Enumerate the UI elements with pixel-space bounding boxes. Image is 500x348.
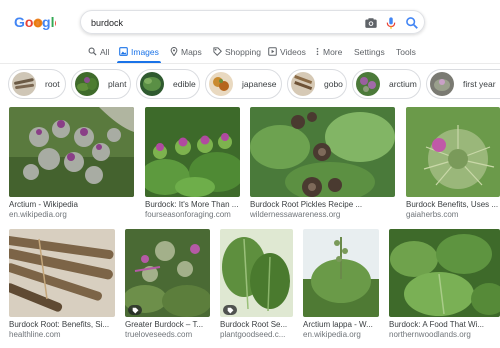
search-icon[interactable] bbox=[405, 16, 419, 30]
result-title[interactable]: Arctium lappa - W... bbox=[303, 320, 379, 329]
chip-label: gobo bbox=[324, 79, 343, 89]
chip-label: japanese bbox=[242, 79, 277, 89]
result-thumbnail[interactable] bbox=[9, 107, 134, 197]
result-thumbnail[interactable] bbox=[250, 107, 395, 197]
tag-icon bbox=[213, 47, 222, 56]
result-source[interactable]: en.wikipedia.org bbox=[303, 330, 379, 339]
chip-thumbnail bbox=[209, 72, 233, 96]
chip-thumbnail bbox=[291, 72, 315, 96]
result-thumbnail[interactable] bbox=[9, 229, 115, 317]
result-thumbnail[interactable] bbox=[303, 229, 379, 317]
tab-more[interactable]: More bbox=[315, 44, 342, 59]
header-divider bbox=[0, 63, 500, 64]
chip-thumbnail bbox=[140, 72, 164, 96]
result-title[interactable]: Greater Burdock – T... bbox=[125, 320, 210, 329]
tab-shopping[interactable]: Shopping bbox=[213, 44, 261, 59]
image-icon bbox=[119, 47, 128, 56]
image-result[interactable]: Burdock: A Food That Wi... northernwoodl… bbox=[389, 229, 500, 341]
result-source[interactable]: wildernessawareness.org bbox=[250, 210, 395, 219]
tab-label: Videos bbox=[280, 46, 306, 57]
chip-label: arctium bbox=[389, 79, 417, 89]
result-title[interactable]: Burdock Root: Benefits, Si... bbox=[9, 320, 115, 329]
product-badge bbox=[128, 305, 142, 315]
search-icon bbox=[88, 47, 97, 56]
result-title[interactable]: Burdock Root Pickles Recipe ... bbox=[250, 200, 395, 209]
tag-icon bbox=[227, 307, 233, 313]
image-result[interactable]: Arctium - Wikipedia en.wikipedia.org bbox=[9, 107, 134, 219]
image-result[interactable]: Burdock Benefits, Uses ... gaiaherbs.com bbox=[406, 107, 500, 219]
chip-label: edible bbox=[173, 79, 196, 89]
chip-thumbnail bbox=[12, 72, 36, 96]
chip-label: root bbox=[45, 79, 60, 89]
tab-label: Settings bbox=[354, 46, 385, 57]
result-thumbnail[interactable] bbox=[125, 229, 210, 317]
result-source[interactable]: gaiaherbs.com bbox=[406, 210, 500, 219]
tab-videos[interactable]: Videos bbox=[268, 44, 306, 59]
tab-tools[interactable]: Tools bbox=[396, 44, 416, 59]
result-title[interactable]: Burdock: A Food That Wi... bbox=[389, 320, 500, 329]
result-title[interactable]: Burdock: It's More Than ... bbox=[145, 200, 240, 209]
result-source[interactable]: healthline.com bbox=[9, 330, 115, 339]
play-icon bbox=[268, 47, 277, 56]
chip-plant[interactable]: plant bbox=[71, 69, 131, 99]
chip-root[interactable]: root bbox=[8, 69, 66, 99]
tab-all[interactable]: All bbox=[88, 44, 109, 59]
google-logo[interactable]: Google bbox=[14, 12, 56, 32]
tab-maps[interactable]: Maps bbox=[170, 44, 202, 59]
result-title[interactable]: Burdock Root Se... bbox=[220, 320, 293, 329]
tab-label: Maps bbox=[181, 46, 202, 57]
search-tabs: All Images Maps Shopping Videos More Set… bbox=[0, 40, 500, 63]
tab-images[interactable]: Images bbox=[119, 44, 159, 59]
chip-label: plant bbox=[108, 79, 127, 89]
image-result[interactable]: Burdock Root: Benefits, Si... healthline… bbox=[9, 229, 115, 341]
result-thumbnail[interactable] bbox=[389, 229, 500, 317]
image-result[interactable]: Burdock Root Se... plantgoodseed.c... bbox=[220, 229, 293, 341]
chip-label: first year bbox=[463, 79, 496, 89]
search-box[interactable] bbox=[80, 10, 425, 34]
microphone-icon[interactable] bbox=[384, 16, 398, 30]
product-badge bbox=[223, 305, 237, 315]
result-title[interactable]: Arctium - Wikipedia bbox=[9, 200, 134, 209]
chip-thumbnail bbox=[430, 72, 454, 96]
result-source[interactable]: en.wikipedia.org bbox=[9, 210, 134, 219]
chip-first-year[interactable]: first year bbox=[426, 69, 500, 99]
tab-label: Images bbox=[131, 46, 159, 57]
chip-edible[interactable]: edible bbox=[136, 69, 200, 99]
result-source[interactable]: trueloveseeds.com bbox=[125, 330, 210, 339]
chip-arctium[interactable]: arctium bbox=[352, 69, 421, 99]
tab-settings[interactable]: Settings bbox=[354, 44, 385, 59]
chip-japanese[interactable]: japanese bbox=[205, 69, 282, 99]
camera-icon[interactable] bbox=[364, 16, 378, 30]
result-thumbnail[interactable] bbox=[406, 107, 500, 197]
tab-label: More bbox=[323, 46, 343, 57]
tab-label: Shopping bbox=[225, 46, 261, 57]
chip-thumbnail bbox=[75, 72, 99, 96]
result-thumbnail[interactable] bbox=[220, 229, 293, 317]
result-thumbnail[interactable] bbox=[145, 107, 240, 197]
tab-label: All bbox=[100, 46, 110, 57]
result-title[interactable]: Burdock Benefits, Uses ... bbox=[406, 200, 500, 209]
tab-label: Tools bbox=[396, 46, 416, 57]
map-pin-icon bbox=[170, 47, 178, 56]
more-vert-icon bbox=[316, 47, 319, 56]
chip-thumbnail bbox=[356, 72, 380, 96]
search-input[interactable] bbox=[91, 15, 351, 30]
image-result[interactable]: Arctium lappa - W... en.wikipedia.org bbox=[303, 229, 379, 341]
result-source[interactable]: northernwoodlands.org bbox=[389, 330, 500, 339]
image-result[interactable]: Burdock: It's More Than ... fourseasonfo… bbox=[145, 107, 240, 219]
result-source[interactable]: fourseasonforaging.com bbox=[145, 210, 240, 219]
image-result[interactable]: Greater Burdock – T... trueloveseeds.com bbox=[125, 229, 210, 341]
tag-icon bbox=[132, 307, 138, 313]
image-result[interactable]: Burdock Root Pickles Recipe ... wilderne… bbox=[250, 107, 395, 219]
chip-gobo[interactable]: gobo bbox=[287, 69, 347, 99]
result-source[interactable]: plantgoodseed.c... bbox=[220, 330, 293, 339]
